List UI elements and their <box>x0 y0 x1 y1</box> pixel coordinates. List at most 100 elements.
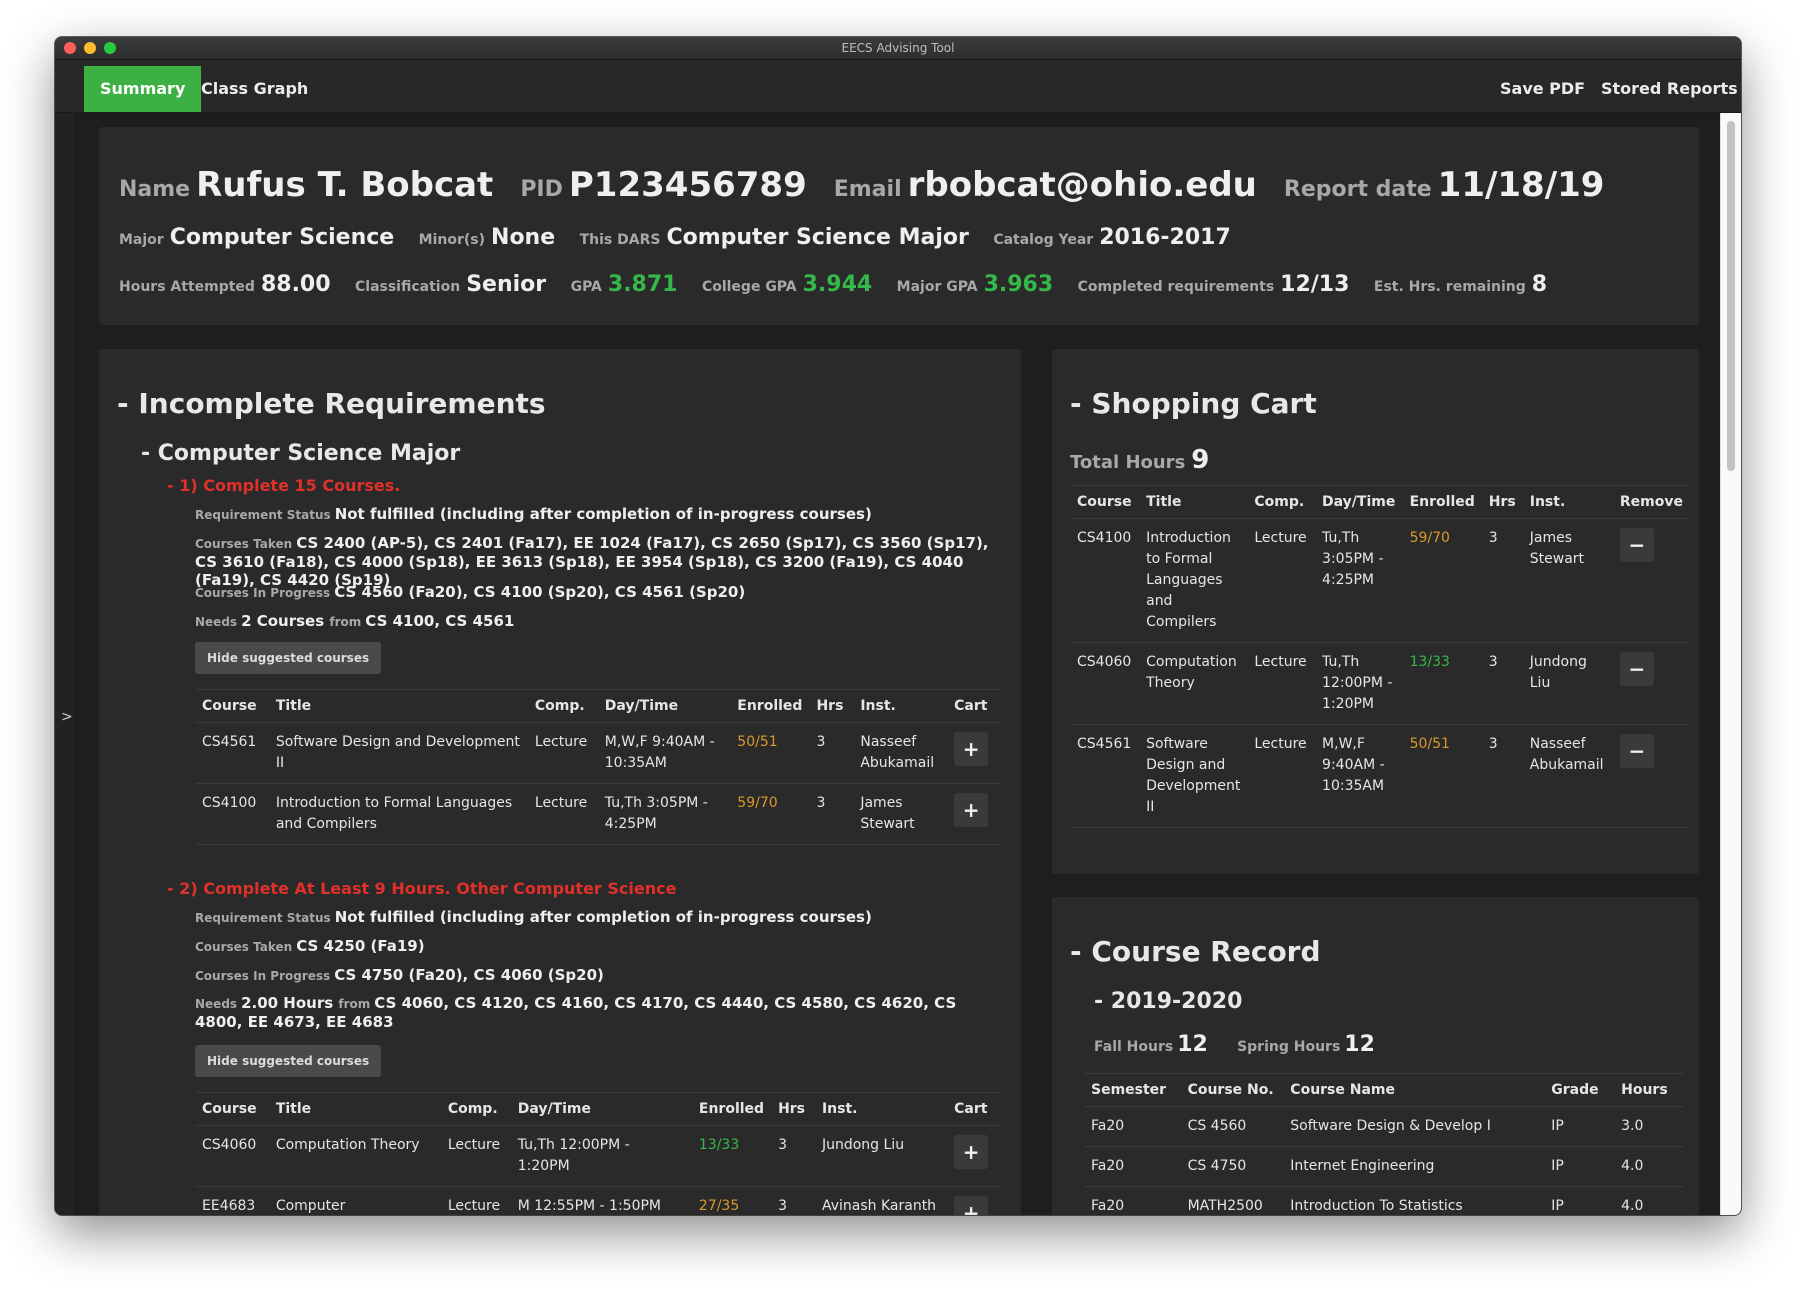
col-hours[interactable]: Hours <box>1614 1073 1684 1107</box>
col-course-no[interactable]: Course No. <box>1180 1073 1284 1107</box>
req2-status: Requirement Status Not fulfilled (includi… <box>195 908 872 926</box>
needs-value: 2 Courses <box>241 612 325 630</box>
remove-from-cart-icon[interactable]: − <box>1619 528 1654 562</box>
col-course-name[interactable]: Course Name <box>1283 1073 1545 1107</box>
col-title[interactable]: Title <box>1139 485 1248 519</box>
stored-reports-button[interactable]: Stored Reports <box>1601 66 1738 112</box>
col-remove[interactable]: Remove <box>1612 485 1690 519</box>
col-inst[interactable]: Inst. <box>853 689 948 723</box>
col-comp[interactable]: Comp. <box>1247 485 1316 519</box>
course-daytime: M 12:55PM - 1:50PM <box>510 1186 692 1215</box>
course-title: Software Design and Development II <box>268 722 528 784</box>
record-year-title[interactable]: - 2019-2020 <box>1094 989 1242 1014</box>
catalog-year-value: 2016-2017 <box>1099 225 1231 250</box>
col-comp[interactable]: Comp. <box>440 1092 511 1126</box>
major-label: Major <box>119 232 164 248</box>
course-hours: 3 <box>809 722 854 784</box>
courses-taken-label: Courses Taken <box>195 940 293 954</box>
col-cart[interactable]: Cart <box>947 689 1001 723</box>
course-component: Lecture <box>1247 642 1316 725</box>
remove-from-cart-icon[interactable]: − <box>1619 652 1654 686</box>
col-hrs[interactable]: Hrs <box>1481 485 1523 519</box>
dars-value: Computer Science Major <box>666 225 969 250</box>
shopping-cart-title[interactable]: - Shopping Cart <box>1070 387 1317 420</box>
col-cart[interactable]: Cart <box>947 1092 1001 1126</box>
col-hrs[interactable]: Hrs <box>771 1092 815 1126</box>
vertical-scrollbar[interactable] <box>1720 113 1741 1215</box>
requirement-2-title[interactable]: - 2) Complete At Least 9 Hours. Other Co… <box>167 879 676 898</box>
add-to-cart-icon[interactable]: + <box>954 1135 989 1169</box>
col-enrolled[interactable]: Enrolled <box>730 689 810 723</box>
gpa-value: 3.871 <box>607 272 678 297</box>
hide-suggested-courses-button[interactable]: Hide suggested courses <box>195 1045 382 1077</box>
in-progress-label: Courses In Progress <box>195 969 331 983</box>
req2-in-progress: Courses In Progress CS 4750 (Fa20), CS 40… <box>195 966 604 984</box>
col-comp[interactable]: Comp. <box>527 689 598 723</box>
courses-taken-label: Courses Taken <box>195 537 293 551</box>
requirement-1-title[interactable]: - 1) Complete 15 Courses. <box>167 476 400 495</box>
course-component: Lecture <box>527 783 598 845</box>
shopping-cart-table: Course Title Comp. Day/Time Enrolled Hrs… <box>1070 485 1690 828</box>
status-label: Requirement Status <box>195 911 331 925</box>
table-row: EE4683 Computer Architecture Lecture M 1… <box>195 1186 1001 1215</box>
dars-label: This DARS <box>579 232 661 248</box>
col-daytime[interactable]: Day/Time <box>1315 485 1403 519</box>
col-inst[interactable]: Inst. <box>1522 485 1613 519</box>
col-daytime[interactable]: Day/Time <box>597 689 731 723</box>
report-date-label: Report date <box>1283 177 1432 202</box>
scrollbar-thumb[interactable] <box>1727 121 1735 471</box>
course-daytime: M,W,F 9:40AM - 10:35AM <box>597 722 731 784</box>
hide-suggested-courses-button[interactable]: Hide suggested courses <box>195 642 382 674</box>
tab-summary[interactable]: Summary <box>84 66 202 112</box>
course-daytime: Tu,Th 12:00PM - 1:20PM <box>1315 642 1403 725</box>
cs-major-title[interactable]: - Computer Science Major <box>141 441 460 466</box>
course-hours: 3 <box>1481 724 1523 828</box>
sidebar-toggle-gutter[interactable]: > <box>55 113 76 1215</box>
add-to-cart-icon[interactable]: + <box>954 732 989 766</box>
col-course[interactable]: Course <box>195 1092 269 1126</box>
tab-class-graph[interactable]: Class Graph <box>185 66 324 112</box>
col-title[interactable]: Title <box>268 1092 441 1126</box>
col-enrolled[interactable]: Enrolled <box>691 1092 772 1126</box>
app-window: EECS Advising Tool Summary Class Graph S… <box>55 37 1741 1215</box>
col-inst[interactable]: Inst. <box>814 1092 948 1126</box>
col-daytime[interactable]: Day/Time <box>510 1092 692 1126</box>
incomplete-requirements-panel: - Incomplete Requirements - Computer Sci… <box>99 349 1021 1215</box>
in-progress-value: CS 4560 (Fa20), CS 4100 (Sp20), CS 4561 … <box>334 583 746 601</box>
course-instructor: Jundong Liu <box>814 1125 948 1187</box>
col-grade[interactable]: Grade <box>1544 1073 1615 1107</box>
course-record-table: Semester Course No. Course Name Grade Ho… <box>1084 1073 1684 1215</box>
record-course-name: Introduction To Statistics <box>1283 1186 1545 1215</box>
req2-needs: Needs 2.00 Hours from CS 4060, CS 4120, CS… <box>195 994 995 1031</box>
table-row: CS4561 Software Design and Development I… <box>1070 724 1690 828</box>
major-gpa-value: 3.963 <box>983 272 1054 297</box>
col-enrolled[interactable]: Enrolled <box>1402 485 1482 519</box>
col-course[interactable]: Course <box>195 689 269 723</box>
add-to-cart-icon[interactable]: + <box>954 793 989 827</box>
save-pdf-button[interactable]: Save PDF <box>1500 66 1585 112</box>
record-grade: IP <box>1544 1186 1615 1215</box>
record-semester: Fa20 <box>1084 1146 1181 1187</box>
col-title[interactable]: Title <box>268 689 528 723</box>
col-course[interactable]: Course <box>1070 485 1140 519</box>
completed-requirements-label: Completed requirements <box>1077 279 1275 295</box>
remove-from-cart-icon[interactable]: − <box>1619 734 1654 768</box>
course-instructor: James Stewart <box>1522 518 1613 643</box>
course-daytime: M,W,F 9:40AM - 10:35AM <box>1315 724 1403 828</box>
course-record-title[interactable]: - Course Record <box>1070 935 1321 968</box>
status-value: Not fulfilled (including after completio… <box>334 908 872 926</box>
classification-value: Senior <box>466 272 547 297</box>
minor-label: Minor(s) <box>418 232 486 248</box>
college-gpa-value: 3.944 <box>802 272 873 297</box>
col-semester[interactable]: Semester <box>1084 1073 1181 1107</box>
fall-hours-label: Fall Hours <box>1094 1039 1174 1055</box>
expand-sidebar-icon[interactable]: > <box>61 709 73 725</box>
req2-courses-taken: Courses Taken CS 4250 (Fa19) <box>195 937 425 955</box>
incomplete-requirements-title[interactable]: - Incomplete Requirements <box>117 387 546 420</box>
course-hours: 3 <box>1481 518 1523 643</box>
col-hrs[interactable]: Hrs <box>809 689 854 723</box>
course-hours: 3 <box>771 1125 815 1187</box>
hours-remaining-label: Est. Hrs. remaining <box>1373 279 1526 295</box>
add-to-cart-icon[interactable]: + <box>954 1196 989 1215</box>
course-enrolled: 13/33 <box>691 1125 772 1187</box>
